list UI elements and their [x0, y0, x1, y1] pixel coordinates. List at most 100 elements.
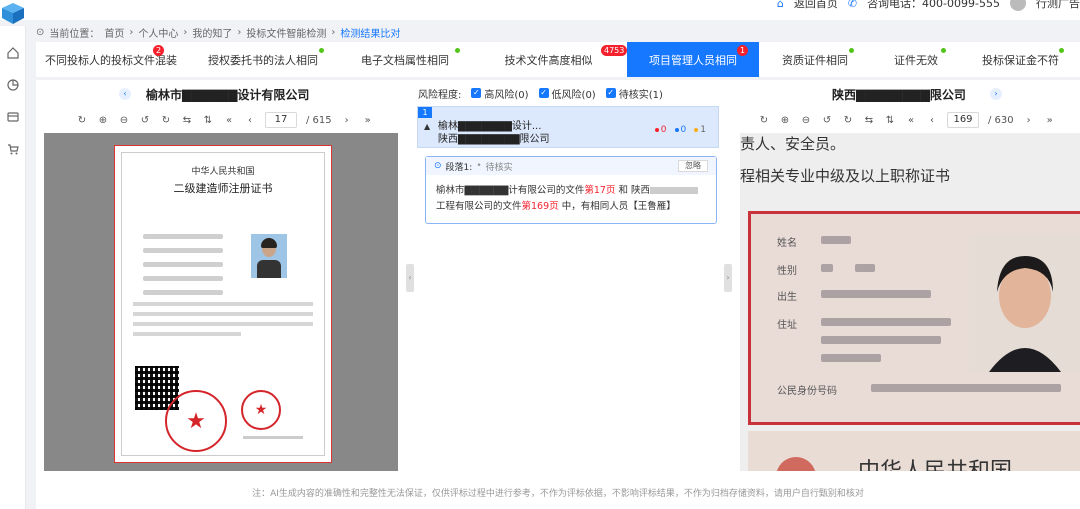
- prev-document-button[interactable]: ‹: [119, 88, 131, 100]
- rotate-left-icon[interactable]: ↺: [139, 114, 151, 126]
- left-document-viewer[interactable]: 中华人民共和国 二级建造师注册证书 ★ ★: [44, 133, 398, 471]
- left-page-input[interactable]: 17: [265, 112, 297, 128]
- top-bar: ⌂ 返回首页 ✆ 咨询电话：400-0099-555 行测广告: [0, 0, 1080, 24]
- flip-vertical-icon[interactable]: ⇅: [202, 114, 214, 126]
- segment-label: 段落1:: [445, 162, 473, 173]
- id-back-title: 中华人民共和国: [858, 453, 1012, 471]
- segment-search-icon: ⊙: [434, 161, 442, 171]
- page-link-b[interactable]: 第169页: [522, 201, 559, 212]
- next-page-icon[interactable]: ›: [341, 114, 353, 126]
- footer-disclaimer: 注：AI生成内容的准确性和完整性无法保证，仅供评标过程中进行参考，不作为评标依据…: [252, 489, 864, 499]
- right-viewer-toolbar: ↻ ⊕ ⊖ ↺ ↻ ⇆ ⇅ « ‹ 169 / 630 › »: [758, 111, 1056, 129]
- doc-text-line: 程相关专业中级及以上职称证书: [740, 167, 951, 185]
- tab-mixed-files[interactable]: 不同投标人的投标文件混装 2: [36, 42, 186, 77]
- tab-invalid-cert[interactable]: 证件无效: [871, 42, 961, 77]
- segment-card[interactable]: ⊙ 段落1: • 待核实 忽略 榆林市▇▇▇▇▇▇计有限公司的文件第17页 和 …: [425, 156, 717, 224]
- right-page-input[interactable]: 169: [947, 112, 979, 128]
- first-page-icon[interactable]: «: [905, 114, 917, 126]
- segment-status: 待核实: [485, 162, 513, 173]
- pie-chart-icon[interactable]: [6, 78, 20, 92]
- breadcrumb-detect[interactable]: 投标文件智能检测: [246, 25, 326, 40]
- tab-doc-properties[interactable]: 电子文档属性相同: [340, 42, 470, 77]
- prev-page-icon[interactable]: ‹: [244, 114, 256, 126]
- segment-text: 榆林市▇▇▇▇▇▇计有限公司的文件第17页 和 陕西 工程有限公司的文件第169…: [436, 183, 706, 215]
- breadcrumb-mine[interactable]: 我的知了: [192, 25, 232, 40]
- pair-index: 1: [418, 107, 432, 118]
- first-page-icon[interactable]: «: [223, 114, 235, 126]
- breadcrumb: ⊙ 当前位置： 首页 › 个人中心 › 我的知了 › 投标文件智能检测 › 检测结果比对: [36, 25, 401, 40]
- flip-horizontal-icon[interactable]: ⇆: [863, 114, 875, 126]
- right-page-total: / 630: [988, 114, 1014, 126]
- certificate-page: 中华人民共和国 二级建造师注册证书 ★ ★: [114, 145, 332, 463]
- compare-pair-card[interactable]: 1 ▲ 榆林▇▇▇▇▇▇▇设计... 陕西▇▇▇▇▇▇▇▇限公司 0 0 1: [417, 106, 719, 148]
- left-collapse-handle[interactable]: ‹: [406, 264, 414, 292]
- tab-status-dot: [941, 48, 946, 53]
- filter-pending-checkbox[interactable]: ✓ 待核实(1): [605, 86, 663, 101]
- rotate-right-icon[interactable]: ↻: [160, 114, 172, 126]
- page-link-a[interactable]: 第17页: [584, 185, 615, 196]
- left-rail: [0, 26, 26, 509]
- breadcrumb-home[interactable]: 首页: [104, 25, 124, 40]
- breadcrumb-current: 检测结果比对: [340, 28, 401, 40]
- wallet-icon[interactable]: [6, 110, 20, 124]
- location-icon: ⊙: [36, 26, 45, 38]
- right-document-viewer[interactable]: 责人、安全员。 程相关专业中级及以上职称证书 姓名 性别 出生 住址 公民身份号…: [740, 133, 1080, 471]
- refresh-icon[interactable]: ↻: [76, 114, 88, 126]
- last-page-icon[interactable]: »: [362, 114, 374, 126]
- filter-high-risk-checkbox[interactable]: ✓ 高风险(0): [471, 86, 529, 101]
- tab-same-qualification[interactable]: 资质证件相同: [759, 42, 871, 77]
- tab-same-manager[interactable]: 项目管理人员相同 1: [627, 42, 759, 77]
- id-card-front: 姓名 性别 出生 住址 公民身份号码: [748, 211, 1080, 425]
- right-collapse-handle[interactable]: ›: [724, 264, 732, 292]
- left-page-total: / 615: [306, 114, 332, 126]
- risk-filter: 风险程度: ✓ 高风险(0) ✓ 低风险(0) ✓ 待核实(1): [418, 86, 663, 101]
- zoom-out-icon[interactable]: ⊖: [800, 114, 812, 126]
- expand-triangle-icon[interactable]: ▲: [424, 122, 430, 131]
- avatar[interactable]: [1010, 0, 1026, 11]
- home-icon[interactable]: ⌂: [777, 0, 784, 10]
- red-seal-icon: ★: [165, 390, 227, 452]
- id-card-photo: [969, 234, 1080, 372]
- user-name[interactable]: 行测广告: [1036, 0, 1080, 11]
- risk-label: 风险程度:: [418, 89, 462, 101]
- zoom-out-icon[interactable]: ⊖: [118, 114, 130, 126]
- tab-badge: 4753: [601, 45, 628, 56]
- certificate-info-lines: [143, 234, 223, 304]
- certificate-paragraph: [133, 302, 313, 342]
- certificate-title-country: 中华人民共和国: [191, 167, 255, 177]
- ignore-button[interactable]: 忽略: [678, 160, 708, 172]
- check-tabs: 不同投标人的投标文件混装 2 授权委托书的法人相同 电子文档属性相同 技术文件高…: [36, 42, 1080, 77]
- breadcrumb-personal[interactable]: 个人中心: [138, 25, 178, 40]
- zoom-in-icon[interactable]: ⊕: [779, 114, 791, 126]
- cart-icon[interactable]: [6, 142, 20, 156]
- tab-status-dot: [319, 48, 324, 53]
- right-company-title: 陕西▇▇▇▇▇▇▇▇限公司: [832, 88, 966, 102]
- tab-status-dot: [1059, 48, 1064, 53]
- tab-tech-similar[interactable]: 技术文件高度相似 4753: [470, 42, 628, 77]
- house-icon[interactable]: [6, 46, 20, 60]
- compare-area: ‹ 榆林市▇▇▇▇▇▇设计有限公司 ↻ ⊕ ⊖ ↺ ↻ ⇆ ⇅ « ‹ 17 /…: [36, 80, 1080, 509]
- next-document-button[interactable]: ›: [990, 88, 1002, 100]
- prev-page-icon[interactable]: ‹: [926, 114, 938, 126]
- tab-badge: 2: [153, 45, 165, 56]
- pair-risk-counts: 0 0 1: [654, 125, 706, 135]
- flip-horizontal-icon[interactable]: ⇆: [181, 114, 193, 126]
- national-emblem-icon: [776, 457, 816, 471]
- left-company-title: 榆林市▇▇▇▇▇▇设计有限公司: [146, 88, 310, 102]
- app-logo-icon[interactable]: [0, 0, 26, 26]
- tab-deposit[interactable]: 投标保证金不符: [961, 42, 1080, 77]
- red-seal-icon: ★: [241, 390, 281, 430]
- back-home-link[interactable]: 返回首页: [794, 0, 838, 11]
- last-page-icon[interactable]: »: [1044, 114, 1056, 126]
- filter-low-risk-checkbox[interactable]: ✓ 低风险(0): [538, 86, 596, 101]
- next-page-icon[interactable]: ›: [1023, 114, 1035, 126]
- zoom-in-icon[interactable]: ⊕: [97, 114, 109, 126]
- flip-vertical-icon[interactable]: ⇅: [884, 114, 896, 126]
- tab-status-dot: [849, 48, 854, 53]
- id-card-back: 中华人民共和国: [748, 431, 1080, 471]
- breadcrumb-label: 当前位置：: [49, 28, 100, 40]
- tab-same-legal-person[interactable]: 授权委托书的法人相同: [186, 42, 340, 77]
- rotate-right-icon[interactable]: ↻: [842, 114, 854, 126]
- refresh-icon[interactable]: ↻: [758, 114, 770, 126]
- rotate-left-icon[interactable]: ↺: [821, 114, 833, 126]
